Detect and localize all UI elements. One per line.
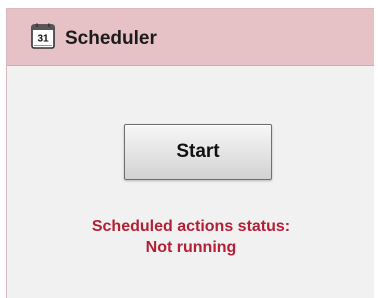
status-value: Not running	[145, 239, 237, 256]
status-label: Scheduled actions status:	[91, 218, 291, 235]
scheduler-status: Scheduled actions status: Not running	[7, 216, 375, 258]
panel-title: Scheduler	[65, 28, 157, 49]
calendar-day-label: 31	[37, 34, 49, 45]
panel-header: 31 Scheduler	[7, 9, 374, 66]
calendar-icon: 31	[31, 23, 55, 49]
start-button[interactable]: Start	[124, 124, 272, 180]
scheduler-panel: 31 Scheduler Start Scheduled actions sta…	[6, 8, 374, 298]
